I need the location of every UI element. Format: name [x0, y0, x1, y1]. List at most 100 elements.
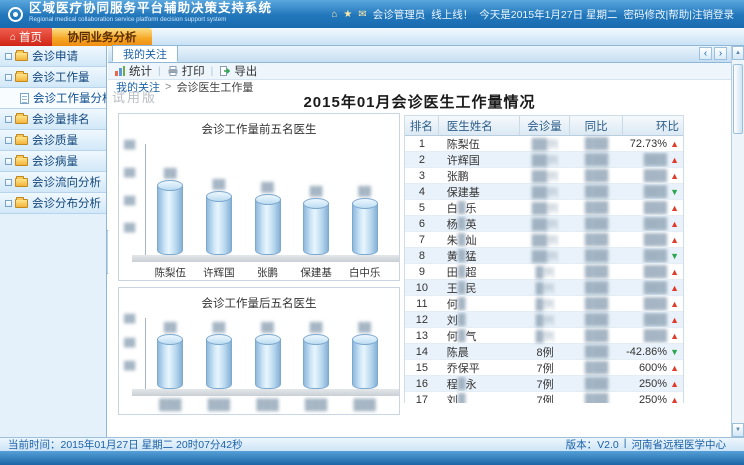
mom-cell: ███▲ [623, 232, 683, 247]
vertical-scrollbar[interactable]: ▲ ▼ [731, 46, 744, 437]
column-header[interactable]: 同比 [570, 116, 624, 135]
folder-icon [15, 178, 28, 187]
bottom5-chart-plot: ███████████████████████████████ [145, 318, 389, 390]
sidebar-item[interactable]: 会诊质量 [0, 130, 106, 151]
table-row[interactable]: 15乔保平7例███600%▲ [405, 360, 683, 376]
table-row[interactable]: 8黄█猛██例██████▼ [405, 248, 683, 264]
bar-chart-icon [114, 65, 126, 77]
sidebar-item[interactable]: 会诊流向分析 [0, 172, 106, 193]
rank-cell: 1 [405, 136, 439, 151]
table-row[interactable]: 6杨█英██例██████▲ [405, 216, 683, 232]
yoy-cell: ███ [570, 376, 624, 391]
volume-cell: 7例 [520, 392, 570, 403]
print-button-label: 打印 [182, 63, 205, 79]
x-axis-category-label: ███ [194, 399, 244, 411]
volume-cell: █例 [520, 312, 570, 327]
today-date: 今天是2015年1月27日 星期二 [479, 7, 617, 22]
bar-value-label: ██ [210, 322, 228, 332]
rank-cell: 9 [405, 264, 439, 279]
bar-value-label: ██ [307, 322, 325, 332]
tab-scroll-prev-button[interactable]: ‹ [699, 47, 712, 60]
table-row[interactable]: 3张鹏██例██████▲ [405, 168, 683, 184]
stats-button-label: 统计 [129, 63, 152, 79]
column-header[interactable]: 医生姓名 [439, 116, 520, 135]
tree-node-icon [5, 158, 12, 165]
column-header[interactable]: 环比 [623, 116, 683, 135]
mom-cell: 250%▲ [623, 392, 683, 403]
table-row[interactable]: 7朱█灿██例██████▲ [405, 232, 683, 248]
yoy-cell: ███ [570, 216, 624, 231]
column-header[interactable]: 排名 [405, 116, 439, 135]
account-links[interactable]: 密码修改|帮助|注销登录 [624, 7, 734, 22]
table-row[interactable]: 4保建基██例██████▼ [405, 184, 683, 200]
trend-up-icon: ▲ [670, 171, 679, 181]
table-row[interactable]: 9田█超█例██████▲ [405, 264, 683, 280]
sidebar-item-label: 会诊申请 [32, 48, 78, 64]
top5-chart-plot: ██████████陈梨伍██许辉国██张鹏██保建基██白中乐 [145, 144, 389, 256]
sidebar-item[interactable]: 会诊分布分析 [0, 193, 106, 214]
volume-cell: 7例 [520, 376, 570, 391]
table-row[interactable]: 2许辉国██例██████▲ [405, 152, 683, 168]
tree-node-icon [5, 200, 12, 207]
mail-icon[interactable]: ✉ [358, 9, 366, 20]
trend-up-icon: ▲ [670, 283, 679, 293]
organization-text: 河南省远程医学中心 [632, 437, 727, 452]
volume-cell: ██例 [520, 168, 570, 183]
doctor-name-cell: 程█永 [439, 376, 520, 391]
table-row[interactable]: 12刘██例██████▲ [405, 312, 683, 328]
sidebar-subitem[interactable]: 会诊工作量分析 [0, 88, 106, 109]
nav-bar: ⌂ 首页 协同业务分析 [0, 28, 744, 46]
table-row[interactable]: 14陈晨8例███-42.86%▼ [405, 344, 683, 360]
scrollbar-thumb[interactable] [733, 64, 743, 134]
app-window: 区域医疗协同服务平台辅助决策支持系统 Regional medical coll… [0, 0, 744, 465]
tab-scroll-next-button[interactable]: › [714, 47, 727, 60]
scroll-down-button[interactable]: ▼ [732, 423, 744, 437]
x-axis-category-label: ███ [145, 399, 195, 411]
stats-button[interactable]: 统计 [114, 63, 152, 79]
sidebar-item[interactable]: 会诊量排名 [0, 109, 106, 130]
doctor-name-cell: 保建基 [439, 184, 520, 199]
table-row[interactable]: 5白█乐██例██████▲ [405, 200, 683, 216]
y-axis-tick-label: ██ [124, 361, 135, 370]
doctor-name-cell: 刘█ [439, 312, 520, 327]
table-row[interactable]: 1陈梨伍██例███72.73%▲ [405, 136, 683, 152]
doctor-name-cell: 王█民 [439, 280, 520, 295]
x-axis-category-label: 张鹏 [243, 265, 293, 280]
sidebar-item-label: 会诊工作量分析 [33, 90, 107, 106]
table-row[interactable]: 16程█永7例███250%▲ [405, 376, 683, 392]
rank-cell: 10 [405, 280, 439, 295]
sidebar-item[interactable]: 会诊申请 [0, 46, 106, 67]
table-row[interactable]: 17刘█7例███250%▲ [405, 392, 683, 403]
star-icon[interactable]: ★ [343, 9, 352, 20]
print-button[interactable]: 打印 [167, 63, 205, 79]
volume-cell: ██例 [520, 232, 570, 247]
mom-cell: ███▲ [623, 280, 683, 295]
nav-tab-home[interactable]: ⌂ 首页 [0, 28, 52, 46]
trend-up-icon: ▲ [670, 299, 679, 309]
column-header[interactable]: 会诊量 [520, 116, 570, 135]
scroll-up-button[interactable]: ▲ [732, 46, 744, 60]
tab-my-focus[interactable]: 我的关注 [112, 45, 178, 62]
doctor-name-cell: 黄█猛 [439, 248, 520, 263]
volume-cell: █例 [520, 296, 570, 311]
doctor-name-cell: 何█气 [439, 328, 520, 343]
mom-cell: ███▲ [623, 264, 683, 279]
y-axis-tick-label: ██ [124, 140, 135, 149]
export-button[interactable]: 导出 [219, 63, 257, 79]
x-axis-category-label: 许辉国 [194, 265, 244, 280]
table-row[interactable]: 11何██例██████▲ [405, 296, 683, 312]
table-row[interactable]: 13何█气█例██████▲ [405, 328, 683, 344]
trend-down-icon: ▼ [670, 347, 679, 357]
home-icon[interactable]: ⌂ [331, 9, 337, 20]
table-row[interactable]: 10王█民█例██████▲ [405, 280, 683, 296]
chart-bar [352, 203, 378, 255]
rank-cell: 17 [405, 392, 439, 403]
doctor-name-cell: 陈晨 [439, 344, 520, 359]
chart-bar [157, 185, 183, 255]
nav-tab-analysis[interactable]: 协同业务分析 [52, 28, 152, 46]
folder-icon [15, 52, 28, 61]
sidebar-item[interactable]: 会诊病量 [0, 151, 106, 172]
mom-cell: -42.86%▼ [623, 344, 683, 359]
sidebar-item[interactable]: 会诊工作量 [0, 67, 106, 88]
yoy-cell: ███ [570, 152, 624, 167]
